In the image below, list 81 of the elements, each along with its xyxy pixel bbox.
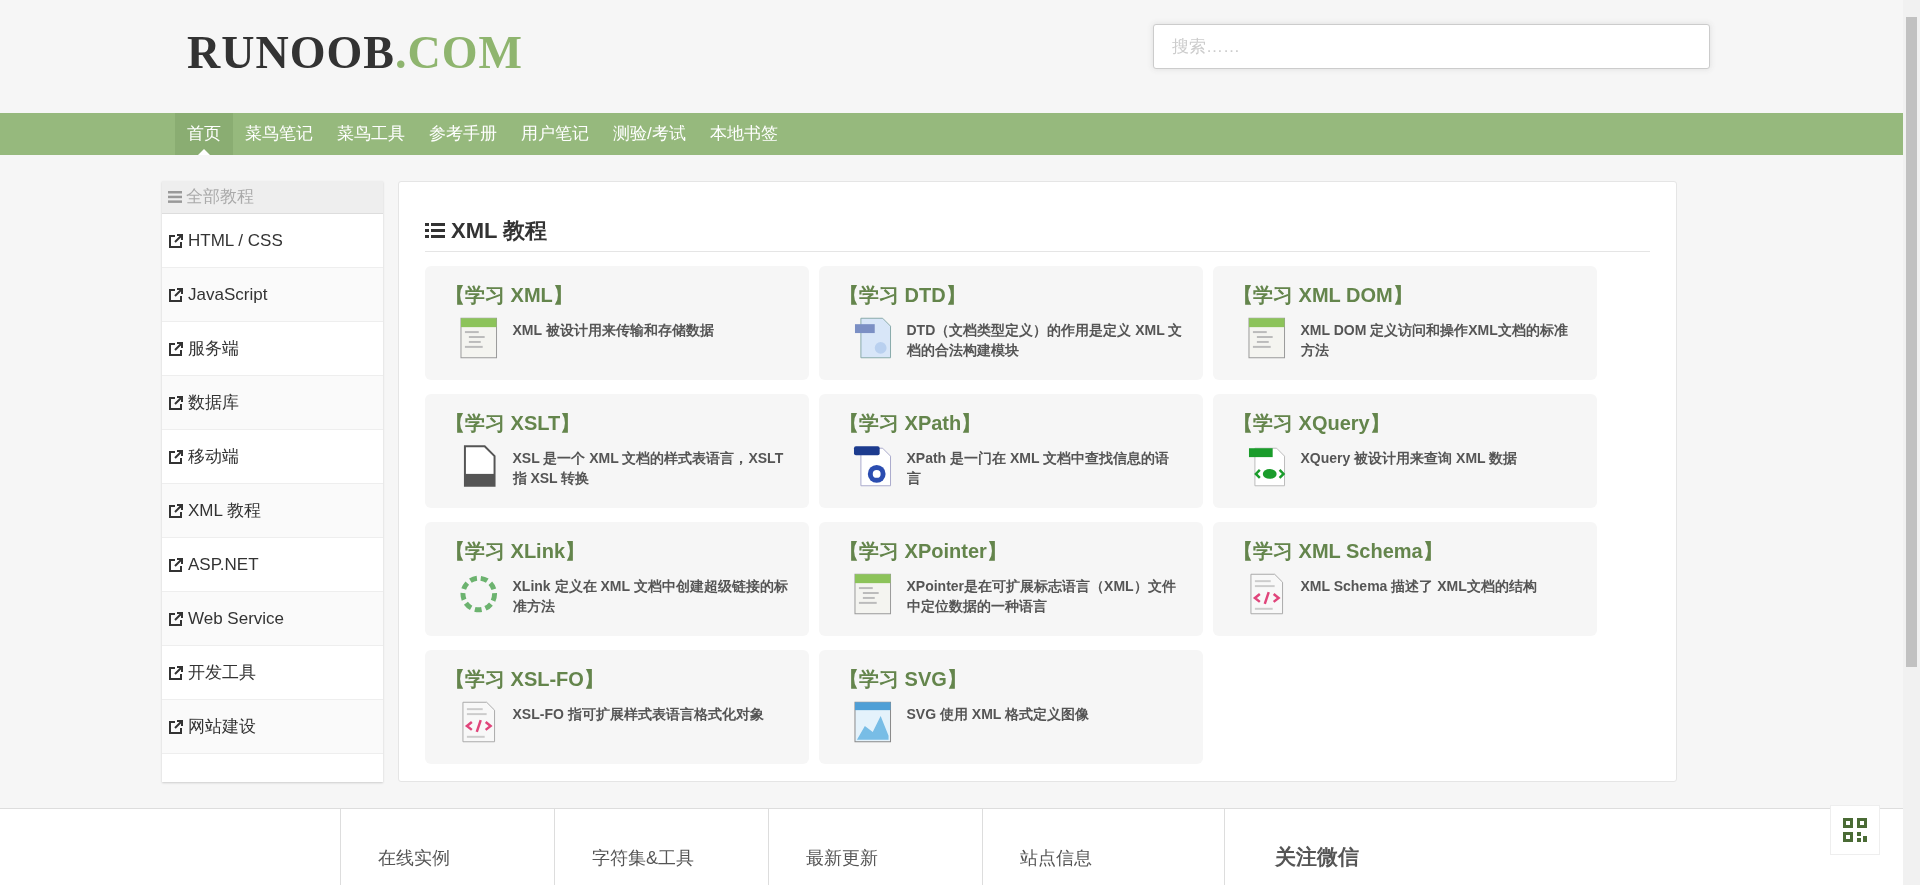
- sidebar-link-label: 服务端: [188, 337, 239, 360]
- sidebar-link-label: 开发工具: [188, 661, 256, 684]
- sidebar-link[interactable]: 网站建设: [162, 700, 383, 754]
- tutorial-card[interactable]: 【学习 DTD】 DTD（文档类型定义）的作用是定义 XML 文档的合法构建模块: [819, 266, 1203, 380]
- card-description: XSL-FO 指可扩展样式表语言格式化对象: [512, 705, 765, 724]
- footer-heading: 最新更新: [806, 847, 879, 870]
- external-link-icon: [168, 394, 184, 411]
- site-logo[interactable]: RUNOOB.COM: [187, 18, 523, 87]
- sidebar-link-label: 移动端: [188, 445, 239, 468]
- card-title: 【学习 DTD】: [839, 283, 967, 308]
- sidebar-link[interactable]: 移动端: [162, 430, 383, 484]
- sidebar-title: 全部教程: [186, 186, 254, 209]
- footer-heading: 站点信息: [1020, 847, 1093, 870]
- external-link-icon: [168, 664, 184, 681]
- card-title: 【学习 XLink】: [445, 539, 586, 564]
- tutorial-card[interactable]: 【学习 SVG】 SVG 使用 XML 格式定义图像: [819, 650, 1203, 764]
- tutorial-card[interactable]: 【学习 XQuery】 XQuery 被设计用来查询 XML 数据: [1213, 394, 1597, 508]
- chart-file-icon: [853, 700, 893, 744]
- external-link-icon: [168, 718, 184, 735]
- spreadsheet-icon: [459, 316, 499, 360]
- tutorial-card[interactable]: 【学习 XPath】 XPath 是一门在 XML 文档中查找信息的语言: [819, 394, 1203, 508]
- tutorial-card[interactable]: 【学习 XLink】 XLink 定义在 XML 文档中创建超级链接的标准方法: [425, 522, 809, 636]
- card-title: 【学习 XSLT】: [445, 411, 582, 436]
- card-description: XML 被设计用来传输和存储数据: [512, 321, 715, 340]
- card-description: SVG 使用 XML 格式定义图像: [906, 705, 1091, 724]
- spreadsheet-icon: [1247, 316, 1287, 360]
- tutorial-card[interactable]: 【学习 XML Schema】 XML Schema 描述了 XML文档的结构: [1213, 522, 1597, 636]
- footer-heading: 关注微信: [1275, 844, 1359, 870]
- menu-icon: [168, 191, 182, 203]
- tutorial-card[interactable]: 【学习 XML】 XML 被设计用来传输和存储数据: [425, 266, 809, 380]
- card-description: XQuery 被设计用来查询 XML 数据: [1300, 449, 1519, 468]
- list-icon: [425, 222, 445, 239]
- external-link-icon: [168, 502, 184, 519]
- sidebar-link[interactable]: 开发工具: [162, 646, 383, 700]
- sidebar-link-label: Web Service: [188, 607, 285, 630]
- sidebar-link[interactable]: Web Service: [162, 592, 383, 646]
- sidebar-link[interactable]: HTML / CSS: [162, 214, 383, 268]
- sidebar-link-label: 数据库: [188, 391, 239, 414]
- card-title: 【学习 SVG】: [839, 667, 968, 692]
- card-description: XML Schema 描述了 XML文档的结构: [1300, 577, 1538, 596]
- sidebar-link[interactable]: 数据库: [162, 376, 383, 430]
- sidebar-link-label: ASP.NET: [188, 553, 259, 576]
- gear-file-icon: [853, 444, 893, 488]
- external-link-icon: [168, 610, 184, 627]
- external-link-icon: [168, 556, 184, 573]
- document-icon: [853, 316, 893, 360]
- tutorial-card[interactable]: 【学习 XSLT】 XSL 是一个 XML 文档的样式表语言，XSLT 指 XSL 转换: [425, 394, 809, 508]
- tutorial-card[interactable]: 【学习 XSL-FO】 XSL-FO 指可扩展样式表语言格式化对象: [425, 650, 809, 764]
- external-link-icon: [168, 286, 184, 303]
- card-description: XPath 是一门在 XML 文档中查找信息的语言: [906, 449, 1171, 488]
- sidebar-link-label: 网站建设: [188, 715, 256, 738]
- card-title: 【学习 XML DOM】: [1233, 283, 1414, 308]
- card-title: 【学习 XPointer】: [839, 539, 1008, 564]
- external-link-icon: [168, 448, 184, 465]
- card-title: 【学习 XSL-FO】: [445, 667, 605, 692]
- card-description: XSL 是一个 XML 文档的样式表语言，XSLT 指 XSL 转换: [512, 449, 785, 488]
- sidebar-link[interactable]: XML 教程: [162, 484, 383, 538]
- tutorial-card[interactable]: 【学习 XML DOM】 XML DOM 定义访问和操作XML文档的标准方法: [1213, 266, 1597, 380]
- sidebar-link-label: XML 教程: [188, 499, 262, 522]
- card-description: XML DOM 定义访问和操作XML文档的标准方法: [1300, 321, 1569, 360]
- spreadsheet-icon: [853, 572, 893, 616]
- sidebar-link-label: HTML / CSS: [188, 229, 283, 252]
- card-title: 【学习 XPath】: [839, 411, 983, 436]
- section-title: XML 教程: [451, 217, 548, 245]
- sidebar-link[interactable]: ASP.NET: [162, 538, 383, 592]
- footer-heading: 字符集&工具: [592, 847, 695, 870]
- external-link-icon: [168, 340, 184, 357]
- external-link-icon: [168, 232, 184, 249]
- card-title: 【学习 XML Schema】: [1233, 539, 1444, 564]
- qr-code-icon: [1843, 818, 1867, 842]
- qr-code-button[interactable]: [1830, 805, 1880, 855]
- tutorial-card[interactable]: 【学习 XPointer】 XPointer是在可扩展标志语言（XML）文件中定位数据的一种语言: [819, 522, 1203, 636]
- card-description: XPointer是在可扩展标志语言（XML）文件中定位数据的一种语言: [906, 577, 1177, 616]
- sidebar-link-label: JavaScript: [188, 283, 268, 306]
- card-title: 【学习 XQuery】: [1233, 411, 1391, 436]
- card-description: XLink 定义在 XML 文档中创建超级链接的标准方法: [512, 577, 789, 616]
- sidebar-link[interactable]: 服务端: [162, 322, 383, 376]
- card-description: DTD（文档类型定义）的作用是定义 XML 文档的合法构建模块: [906, 321, 1183, 360]
- footer-heading: 在线实例: [378, 847, 451, 870]
- card-title: 【学习 XML】: [445, 283, 574, 308]
- sidebar-link[interactable]: JavaScript: [162, 268, 383, 322]
